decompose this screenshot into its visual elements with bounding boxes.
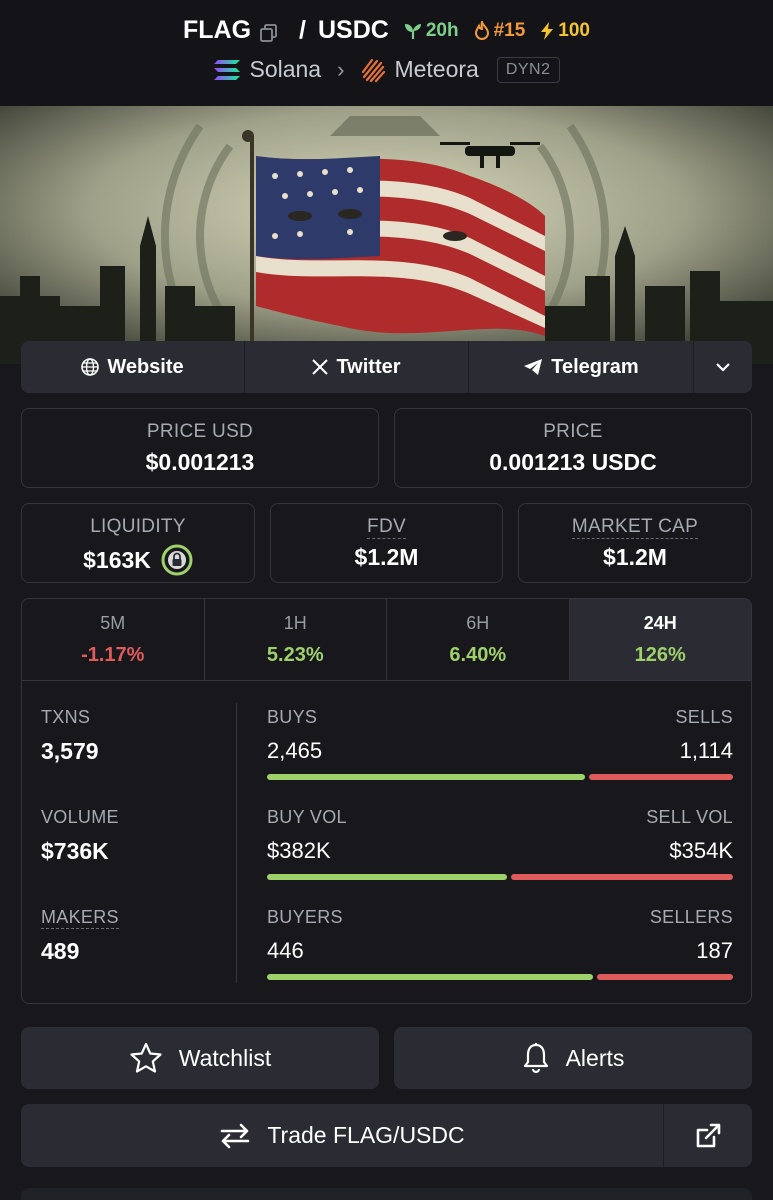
- lock-icon[interactable]: [161, 544, 193, 576]
- buyers-value: 446: [267, 938, 304, 963]
- sells-value: 1,114: [679, 738, 733, 763]
- tab-24h[interactable]: 24H 126%: [569, 599, 751, 680]
- change-5m: -1.17%: [81, 644, 145, 666]
- flame-icon: [474, 20, 489, 40]
- change-6h: 6.40%: [449, 644, 507, 666]
- fdv-label[interactable]: FDV: [367, 516, 406, 539]
- liquidity-card: LIQUIDITY $163K: [21, 503, 255, 583]
- chain-dex-breadcrumb: Solana › Meteora DYN2: [0, 56, 773, 83]
- swap-icon: [221, 1123, 250, 1148]
- trade-stats: TXNS 3,579 VOLUME $736K MAKERS 489 BUYS S…: [22, 681, 751, 1003]
- bolt-icon: [541, 21, 554, 40]
- chain-link[interactable]: Solana: [249, 56, 321, 83]
- website-button[interactable]: Website: [21, 341, 245, 393]
- market-cap-value: $1.2M: [603, 544, 667, 570]
- boost-badge[interactable]: 100: [539, 20, 590, 42]
- pool-type-tag: DYN2: [496, 56, 560, 83]
- seedling-icon: [404, 23, 421, 39]
- more-links-button[interactable]: [694, 341, 752, 393]
- next-section-peek: [21, 1188, 752, 1200]
- dex-link[interactable]: Meteora: [394, 56, 478, 83]
- open-external-trade-button[interactable]: [664, 1104, 752, 1167]
- price-native-card: PRICE 0.001213 USDC: [394, 408, 752, 488]
- trending-rank-badge[interactable]: #15: [473, 20, 525, 42]
- trade-bar: Trade FLAG/USDC: [21, 1104, 752, 1167]
- fdv-value: $1.2M: [354, 544, 419, 570]
- star-icon: [130, 1042, 162, 1073]
- change-1h: 5.23%: [266, 644, 324, 666]
- telegram-icon: [524, 359, 543, 375]
- sell-vol-bar-fill: [511, 874, 733, 880]
- change-24h: 126%: [634, 644, 686, 666]
- tab-5m[interactable]: 5M -1.17%: [22, 599, 205, 680]
- sells-bar-fill: [589, 774, 733, 780]
- timeframe-tabs: 5M -1.17% 1H 5.23% 6H 6.40% 24H 126%: [22, 599, 751, 681]
- buyers-sellers-bar: [267, 974, 733, 980]
- watchlist-button[interactable]: Watchlist: [21, 1027, 379, 1089]
- timeframe-stats-panel: 5M -1.17% 1H 5.23% 6H 6.40% 24H 126% TXN…: [21, 598, 752, 1004]
- pair-header: FLAG / USDC 20h #15 100 Solana › Meteora…: [0, 0, 773, 106]
- external-link-icon: [696, 1123, 721, 1147]
- sell-vol-value: $354K: [669, 838, 733, 863]
- trade-button[interactable]: Trade FLAG/USDC: [21, 1104, 664, 1167]
- market-cap-card: MARKET CAP $1.2M: [518, 503, 752, 583]
- volume-stat: VOLUME $736K: [41, 807, 119, 864]
- solana-icon: [214, 59, 241, 80]
- meteora-icon: [362, 58, 386, 82]
- price-usd-label: PRICE USD: [146, 421, 254, 442]
- buy-vol-bar-fill: [267, 874, 507, 880]
- tab-6h[interactable]: 6H 6.40%: [387, 599, 570, 680]
- x-icon: [312, 359, 329, 375]
- price-usd-value: $0.001213: [145, 449, 255, 475]
- chevron-down-icon: [716, 363, 730, 372]
- social-links-bar: Website Twitter Telegram: [21, 341, 752, 393]
- market-cap-label[interactable]: MARKET CAP: [571, 516, 699, 539]
- globe-icon: [81, 358, 100, 376]
- liquidity-label: LIQUIDITY: [90, 516, 186, 537]
- liquidity-value: $163K: [83, 546, 151, 573]
- buy-vol-value: $382K: [267, 838, 331, 863]
- chevron-right-icon: ›: [337, 56, 345, 82]
- bell-icon: [523, 1043, 548, 1074]
- makers-stat: MAKERS 489: [41, 907, 119, 964]
- buyers-bar-fill: [267, 974, 593, 980]
- price-usd-card: PRICE USD $0.001213: [21, 408, 379, 488]
- telegram-button[interactable]: Telegram: [469, 341, 694, 393]
- quote-token-symbol: USDC: [318, 16, 389, 44]
- buyers-sellers-stat: BUYERS SELLERS 446 187: [267, 907, 733, 980]
- base-token-symbol: FLAG: [183, 16, 252, 44]
- pair-title: FLAG / USDC 20h #15 100: [0, 16, 773, 45]
- alerts-button[interactable]: Alerts: [394, 1027, 752, 1089]
- buys-sells-bar: [267, 774, 733, 780]
- txns-stat: TXNS 3,579: [41, 707, 99, 764]
- sellers-bar-fill: [597, 974, 733, 980]
- age-badge: 20h: [403, 20, 459, 42]
- buys-value: 2,465: [267, 738, 323, 763]
- fdv-card: FDV $1.2M: [270, 503, 503, 583]
- token-banner-image: [0, 106, 773, 364]
- sellers-value: 187: [696, 938, 733, 963]
- tab-1h[interactable]: 1H 5.23%: [205, 599, 387, 680]
- buys-sells-stat: BUYS SELLS 2,465 1,114: [267, 707, 733, 780]
- volume-split-bar: [267, 874, 733, 880]
- pair-separator: /: [299, 16, 306, 44]
- twitter-button[interactable]: Twitter: [245, 341, 469, 393]
- copy-icon[interactable]: [259, 21, 279, 42]
- stats-divider: [236, 703, 237, 983]
- price-native-value: 0.001213 USDC: [489, 449, 657, 475]
- price-native-label: PRICE: [543, 421, 603, 442]
- buys-bar-fill: [267, 774, 585, 780]
- volume-split-stat: BUY VOL SELL VOL $382K $354K: [267, 807, 733, 880]
